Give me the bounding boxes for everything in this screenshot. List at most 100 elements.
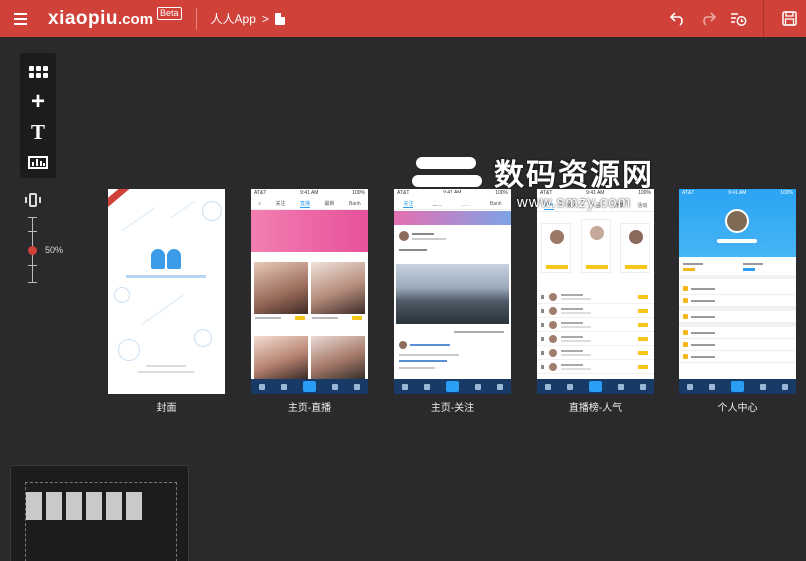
components-grid-icon[interactable]: [26, 61, 50, 83]
tab-income[interactable]: 收入: [567, 202, 577, 209]
home-icon[interactable]: [259, 383, 265, 390]
discover-icon[interactable]: [281, 383, 287, 390]
discover-icon[interactable]: [424, 383, 430, 390]
post-actions[interactable]: [454, 331, 504, 333]
menu-item[interactable]: [679, 295, 796, 307]
screen-label-profile[interactable]: 个人中心: [679, 399, 796, 414]
history-icon[interactable]: [725, 6, 751, 32]
profile-icon[interactable]: [782, 383, 788, 390]
home-icon[interactable]: [545, 383, 551, 390]
live-thumbnail[interactable]: [254, 336, 308, 379]
page-thumb[interactable]: [66, 492, 82, 520]
avatar[interactable]: [725, 209, 749, 233]
profile-icon[interactable]: [497, 383, 503, 390]
planet-decoration: [202, 201, 222, 221]
zoom-tick: [28, 282, 37, 283]
menu-item[interactable]: [679, 311, 796, 323]
camera-icon[interactable]: [446, 381, 459, 392]
tab-activity[interactable]: 活动: [637, 202, 647, 209]
camera-icon[interactable]: [731, 381, 744, 392]
page-thumb[interactable]: [26, 492, 42, 520]
tab-latest[interactable]: 最新: [325, 200, 335, 207]
screen-cover[interactable]: [108, 189, 225, 394]
discover-icon[interactable]: [709, 383, 715, 390]
screen-label-ranking[interactable]: 直播榜-人气: [537, 399, 654, 414]
tab-live[interactable]: 直播: [432, 200, 442, 207]
live-thumbnail[interactable]: [311, 262, 365, 314]
menu-icon[interactable]: [14, 12, 36, 25]
save-icon[interactable]: [776, 6, 802, 32]
message-icon[interactable]: [475, 383, 481, 390]
page-thumb[interactable]: [86, 492, 102, 520]
tab-extra[interactable]: Banh: [490, 201, 502, 207]
rank-row[interactable]: [537, 319, 654, 332]
redo-icon[interactable]: [695, 6, 721, 32]
page-thumb[interactable]: [106, 492, 122, 520]
screen-label-cover[interactable]: 封面: [108, 399, 225, 414]
message-icon[interactable]: [760, 383, 766, 390]
rank-row[interactable]: [537, 291, 654, 304]
search-icon[interactable]: ⌕: [258, 201, 261, 207]
home-icon[interactable]: [687, 383, 693, 390]
top-rank-card[interactable]: [581, 219, 611, 273]
post-image[interactable]: [396, 264, 509, 324]
screen-label-home-live[interactable]: 主页-直播: [251, 399, 368, 414]
menu-item[interactable]: [679, 339, 796, 351]
discover-icon[interactable]: [567, 383, 573, 390]
screen-home-live[interactable]: AT&T 9:41 AM 100% ⌕ 关注 直播 最新 Banh: [251, 189, 368, 394]
camera-icon[interactable]: [303, 381, 316, 392]
profile-icon[interactable]: [354, 383, 360, 390]
logo-suffix: .com: [118, 10, 154, 28]
message-icon[interactable]: [332, 383, 338, 390]
promo-strip[interactable]: [394, 211, 511, 225]
page-thumb[interactable]: [126, 492, 142, 520]
tab-follow[interactable]: 关注: [403, 200, 414, 208]
top-rank-card[interactable]: [541, 223, 571, 273]
rank-row[interactable]: [537, 333, 654, 346]
promo-banner[interactable]: [251, 210, 368, 252]
tab-extra[interactable]: Banh: [349, 201, 361, 207]
screen-ranking-popularity[interactable]: AT&T 9:41 AM 100% 人气 收入 人品 分享 活动: [537, 189, 654, 394]
rank-row[interactable]: [537, 347, 654, 360]
home-icon[interactable]: [402, 383, 408, 390]
profile-icon[interactable]: [640, 383, 646, 390]
logo[interactable]: xiaopiu .com Beta: [48, 7, 182, 30]
avatar[interactable]: [399, 341, 407, 349]
profile-header: AT&T 9:41 AM 100%: [679, 189, 796, 257]
time: 9:41 AM: [586, 190, 605, 196]
message-icon[interactable]: [618, 383, 624, 390]
zoom-tick: [28, 231, 37, 232]
tab-share[interactable]: 分享: [614, 202, 624, 209]
menu-item[interactable]: [679, 351, 796, 363]
tab-character[interactable]: 人品: [590, 202, 600, 209]
tab-popularity[interactable]: 人气: [543, 202, 554, 210]
screen-home-follow[interactable]: AT&T 9:41 AM 100% 关注 直播 最新 Banh: [394, 189, 511, 394]
avatar[interactable]: [399, 231, 409, 241]
tab-follow[interactable]: 关注: [276, 200, 286, 207]
device-zoom-icon[interactable]: [25, 193, 41, 207]
page-file-icon[interactable]: [274, 12, 285, 25]
tab-latest[interactable]: 最新: [461, 200, 471, 207]
camera-icon[interactable]: [589, 381, 602, 392]
live-thumbnail[interactable]: [311, 336, 365, 379]
add-icon[interactable]: +: [26, 90, 50, 114]
tab-live[interactable]: 直播: [300, 200, 311, 208]
breadcrumb-project[interactable]: 人人App: [211, 10, 256, 27]
decoration: [121, 207, 155, 232]
status-bar: AT&T 9:41 AM 100%: [251, 189, 368, 198]
page-thumb[interactable]: [46, 492, 62, 520]
menu-item[interactable]: [679, 283, 796, 295]
text-icon[interactable]: T: [26, 121, 50, 143]
menu-item[interactable]: [679, 327, 796, 339]
top-rank-card[interactable]: [620, 223, 650, 273]
screen-label-home-follow[interactable]: 主页-关注: [394, 399, 511, 414]
widget-icon[interactable]: [26, 151, 50, 173]
zoom-level: 50%: [45, 245, 64, 255]
undo-icon[interactable]: [665, 6, 691, 32]
live-thumbnail[interactable]: [254, 262, 308, 314]
zoom-slider-handle[interactable]: [28, 246, 37, 255]
screen-profile[interactable]: AT&T 9:41 AM 100%: [679, 189, 796, 394]
battery: 100%: [638, 190, 651, 196]
rank-row[interactable]: [537, 361, 654, 374]
rank-row[interactable]: [537, 305, 654, 318]
